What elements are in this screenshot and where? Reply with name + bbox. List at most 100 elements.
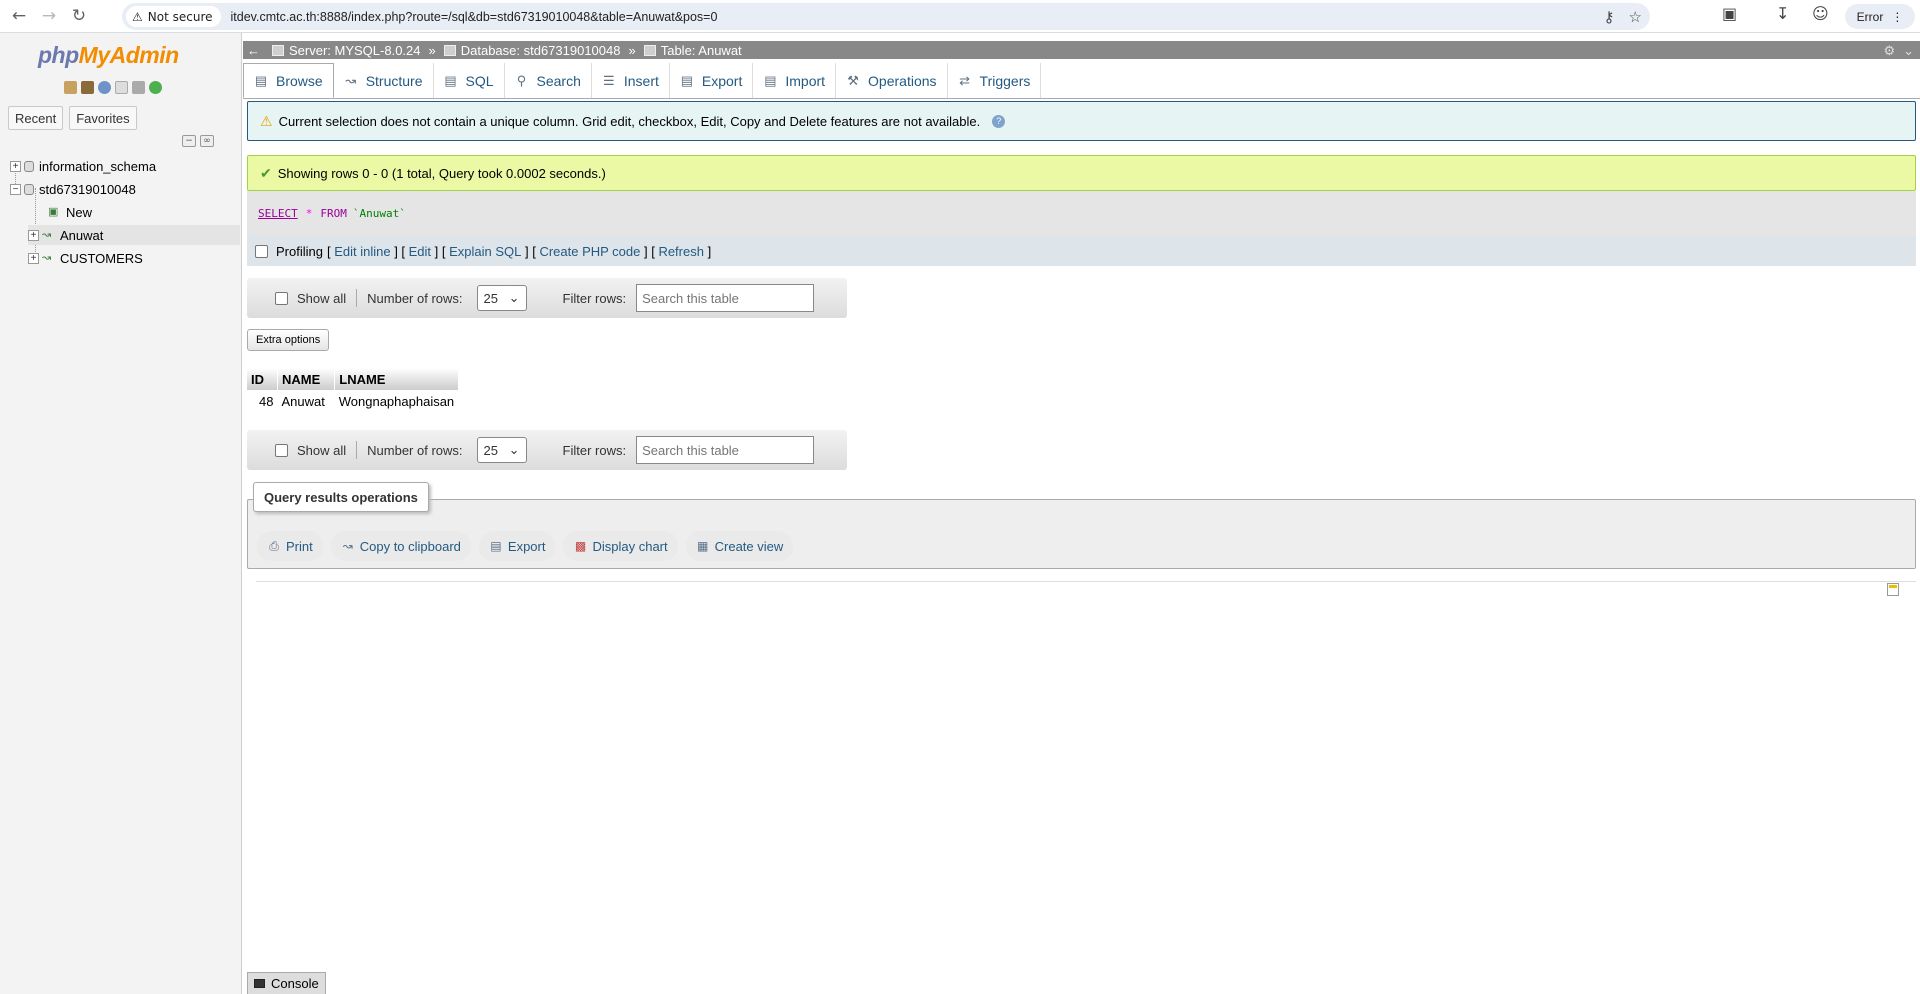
favorites-tab[interactable]: Favorites [69, 106, 137, 130]
toggle-sidebar-icon[interactable]: ← [247, 43, 260, 58]
export-button[interactable]: ▤ Export [478, 531, 556, 561]
password-key-icon[interactable]: ⚷ [1604, 8, 1615, 26]
view-icon: ▦ [696, 539, 709, 553]
profiling-bar: Profiling [ Edit inline ] [ Edit ] [ Exp… [247, 236, 1916, 266]
structure-icon: ↝ [345, 72, 357, 88]
column-header[interactable]: LNAME [334, 368, 459, 390]
breadcrumb-database[interactable]: Database: std67319010048 [443, 43, 620, 58]
expand-icon[interactable]: + [28, 252, 39, 264]
collapse-all-icon[interactable]: − [182, 135, 196, 147]
main-panel: ← Server: MYSQL-8.0.24 » Database: std67… [243, 33, 1920, 994]
table-icon [643, 44, 656, 56]
tab-triggers[interactable]: ⇄ Triggers [948, 63, 1042, 98]
tab-sql[interactable]: ▤ SQL [434, 63, 505, 98]
console-toggle[interactable]: Console [247, 972, 326, 994]
number-of-rows-label: Number of rows: [367, 290, 463, 306]
export-icon: ▤ [680, 72, 694, 88]
edit-inline-link[interactable]: Edit inline [334, 244, 390, 259]
tab-import[interactable]: ▤ Import [753, 63, 837, 98]
expand-icon[interactable]: + [10, 160, 21, 172]
results-navigation-top: Show all Number of rows: 25 ⌄ Filter rows… [247, 278, 847, 318]
column-header[interactable]: NAME [277, 368, 336, 390]
help-icon[interactable]: ? [992, 114, 1006, 128]
sql-icon: ▤ [444, 72, 457, 88]
phpmyadmin-logo[interactable]: phpMyAdmin [38, 42, 179, 69]
help-icon[interactable] [98, 81, 111, 94]
settings-gear-icon[interactable]: ⚙ [1883, 43, 1895, 59]
breadcrumb-server[interactable]: Server: MYSQL-8.0.24 [272, 43, 421, 58]
copy-to-clipboard-button[interactable]: ↝ Copy to clipboard [330, 531, 471, 561]
address-bar[interactable]: ⚠ Not secure itdev.cmtc.ac.th:8888/index… [122, 3, 1650, 30]
show-all-checkbox[interactable] [275, 291, 288, 305]
table-header-row: ID NAME LNAME [247, 368, 459, 390]
clipboard-icon: ↝ [342, 539, 353, 553]
insert-icon: ☰ [603, 72, 615, 88]
extra-options-button[interactable]: Extra options [247, 329, 330, 351]
profile-icon[interactable]: ☺ [1812, 4, 1829, 23]
tab-insert[interactable]: ☰ Insert [592, 63, 670, 98]
column-header[interactable]: ID [247, 368, 278, 390]
refresh-link[interactable]: Refresh [658, 244, 704, 259]
tab-export[interactable]: ▤ Export [670, 63, 754, 98]
tree-new-table[interactable]: ▣ New [48, 202, 92, 222]
url-text[interactable]: itdev.cmtc.ac.th:8888/index.php?route=/s… [231, 10, 718, 24]
navigation-sidebar: phpMyAdmin Recent Favorites − ∞ + inform… [0, 33, 242, 994]
results-navigation-bottom: Show all Number of rows: 25 ⌄ Filter rows… [247, 430, 847, 470]
link-with-main-icon[interactable]: ∞ [200, 135, 214, 147]
tree-db-information-schema[interactable]: + information_schema [10, 156, 156, 176]
checkmark-icon: ✔ [260, 164, 272, 181]
settings-gear-icon[interactable] [132, 81, 145, 94]
browser-toolbar: ← → ↻ ⚠ Not secure itdev.cmtc.ac.th:8888… [0, 0, 1920, 33]
recent-tab[interactable]: Recent [8, 106, 64, 130]
security-chip[interactable]: ⚠ Not secure [126, 6, 221, 27]
notice-message: ⚠ Current selection does not contain a u… [247, 101, 1916, 141]
tab-search[interactable]: ⚲ Search [505, 63, 592, 98]
profiling-label: Profiling [276, 243, 323, 259]
reload-icon[interactable]: ↻ [68, 5, 90, 27]
logout-icon[interactable] [81, 81, 94, 94]
create-view-button[interactable]: ▦ Create view [685, 531, 794, 561]
breadcrumb-table[interactable]: Table: Anuwat [643, 43, 742, 58]
bar-chart-icon: ▩ [574, 539, 587, 553]
number-of-rows-select[interactable]: 25 ⌄ [476, 285, 527, 311]
collapse-top-icon[interactable]: ⌄ [1903, 43, 1914, 59]
show-all-label: Show all [297, 442, 347, 458]
edit-link[interactable]: Edit [409, 244, 431, 259]
separator [356, 441, 358, 459]
printer-icon: ⎙ [269, 539, 279, 553]
filter-rows-input[interactable]: Search this table [636, 436, 815, 464]
display-chart-button[interactable]: ▩ Display chart [563, 531, 678, 561]
tree-table-customers[interactable]: + ↝ CUSTOMERS [28, 248, 143, 268]
collapse-icon[interactable]: − [10, 183, 21, 195]
tree-table-anuwat[interactable]: + ↝ Anuwat [28, 225, 240, 245]
tree-db-std67319010048[interactable]: − std67319010048 [10, 179, 136, 199]
sql-query-display[interactable]: SELECT * FROM `Anuwat` [247, 191, 1916, 236]
filter-rows-label: Filter rows: [562, 290, 627, 306]
reload-navigation-icon[interactable] [149, 81, 162, 94]
profile-error-button[interactable]: Error ⋮ [1845, 4, 1915, 29]
profile-error-label: Error [1856, 9, 1884, 24]
tab-operations[interactable]: ⚒ Operations [836, 63, 948, 98]
explain-sql-link[interactable]: Explain SQL [449, 244, 521, 259]
docs-icon[interactable] [115, 81, 128, 94]
create-php-code-link[interactable]: Create PHP code [539, 244, 640, 259]
profiling-checkbox[interactable] [255, 244, 268, 258]
expand-icon[interactable]: + [28, 229, 39, 241]
query-results-operations-legend: Query results operations [253, 482, 429, 512]
show-all-checkbox[interactable] [275, 443, 288, 457]
security-label: Not secure [147, 9, 213, 24]
forward-icon[interactable]: → [38, 5, 60, 27]
bookmark-star-icon[interactable]: ☆ [1629, 8, 1642, 26]
filter-rows-input[interactable]: Search this table [636, 284, 815, 312]
home-icon[interactable] [64, 81, 77, 94]
chevron-down-icon: ⌄ [508, 442, 520, 457]
print-button[interactable]: ⎙ Print [257, 531, 323, 561]
back-icon[interactable]: ← [8, 5, 30, 27]
number-of-rows-select[interactable]: 25 ⌄ [476, 437, 527, 463]
tab-browse[interactable]: ▤ Browse [243, 63, 334, 98]
extensions-icon[interactable]: ▣ [1722, 4, 1737, 23]
bookmark-icon[interactable] [1887, 583, 1899, 596]
search-icon: ⚲ [516, 72, 527, 88]
download-icon[interactable]: ↧ [1776, 4, 1789, 23]
tab-structure[interactable]: ↝ Structure [334, 63, 434, 98]
